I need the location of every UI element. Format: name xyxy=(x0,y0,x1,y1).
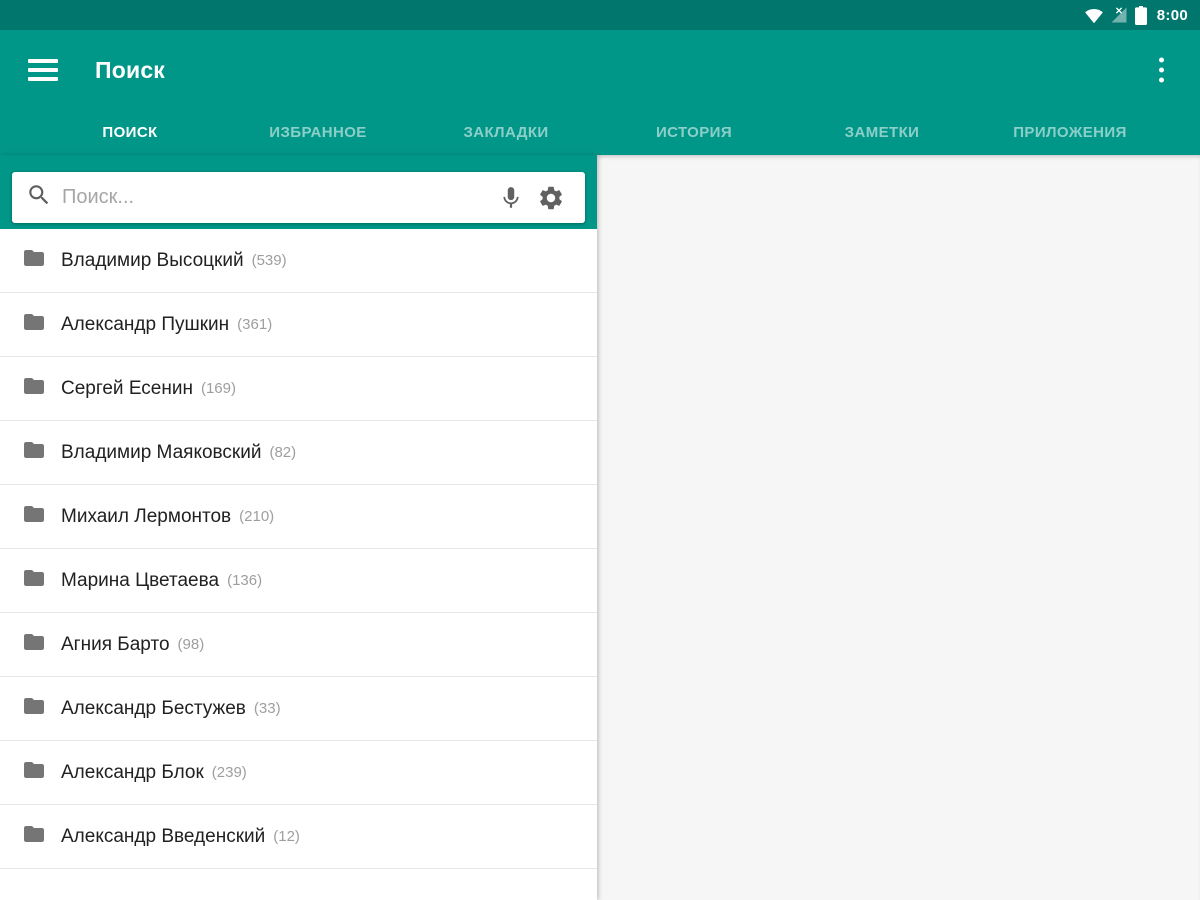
folder-icon xyxy=(22,374,46,403)
hamburger-bar xyxy=(28,68,58,72)
folder-name: Александр Введенский xyxy=(61,825,266,847)
folder-icon xyxy=(22,822,46,851)
tab-2[interactable]: ЗАКЛАДКИ xyxy=(412,110,600,155)
page-title: Поиск xyxy=(95,56,166,83)
detail-panel xyxy=(597,155,1200,900)
app-bar: Поиск xyxy=(0,30,1200,110)
folder-name: Марина Цветаева xyxy=(61,569,220,591)
folder-icon xyxy=(22,502,46,531)
overflow-dot xyxy=(1159,57,1164,63)
search-icon xyxy=(26,182,52,213)
folder-row[interactable]: Александр Блок (239) xyxy=(0,741,597,805)
folder-row[interactable]: Агния Барто (98) xyxy=(0,613,597,677)
tab-0[interactable]: ПОИСК xyxy=(36,110,224,155)
folder-row[interactable]: Александр Бестужев (33) xyxy=(0,677,597,741)
folder-count: (210) xyxy=(239,508,275,525)
folder-count: (239) xyxy=(211,764,247,781)
status-time: 8:00 xyxy=(1156,6,1188,24)
tab-5[interactable]: ПРИЛОЖЕНИЯ xyxy=(976,110,1164,155)
folder-name: Агния Барто xyxy=(61,633,170,655)
folder-count: (82) xyxy=(269,444,297,461)
folder-row[interactable]: Владимир Высоцкий (539) xyxy=(0,229,597,293)
folder-icon xyxy=(22,310,46,339)
cell-signal-no-internet-icon xyxy=(1110,6,1128,24)
folder-row[interactable]: Владимир Маяковский (82) xyxy=(0,421,597,485)
folder-count: (361) xyxy=(237,316,273,333)
folder-count: (98) xyxy=(177,636,205,653)
overflow-dot xyxy=(1159,77,1164,83)
battery-full-icon xyxy=(1134,5,1147,25)
search-input[interactable] xyxy=(62,186,491,209)
folder-name: Александр Блок xyxy=(61,761,204,783)
tab-1[interactable]: ИЗБРАННОЕ xyxy=(224,110,412,155)
folder-icon xyxy=(22,630,46,659)
search-box xyxy=(12,172,585,223)
hamburger-bar xyxy=(28,77,58,81)
folder-row[interactable]: Александр Введенский (12) xyxy=(0,805,597,869)
folder-name: Сергей Есенин xyxy=(61,377,193,399)
folder-icon xyxy=(22,246,46,275)
folder-row[interactable]: Михаил Лермонтов (210) xyxy=(0,485,597,549)
gear-icon[interactable] xyxy=(531,178,571,218)
folder-icon xyxy=(22,566,46,595)
folder-name: Александр Бестужев xyxy=(61,697,246,719)
hamburger-menu-icon[interactable] xyxy=(28,54,58,86)
wifi-icon xyxy=(1085,6,1103,24)
tab-4[interactable]: ЗАМЕТКИ xyxy=(788,110,976,155)
folder-row[interactable]: Сергей Есенин (169) xyxy=(0,357,597,421)
folder-name: Владимир Маяковский xyxy=(61,441,262,463)
tab-bar: ПОИСК ИЗБРАННОЕ ЗАКЛАДКИ ИСТОРИЯ ЗАМЕТКИ ПРИЛ… xyxy=(0,110,1200,155)
folder-count: (33) xyxy=(253,700,281,717)
folder-name: Александр Пушкин xyxy=(61,313,230,335)
search-panel: Владимир Высоцкий (539) Александр Пушкин… xyxy=(0,155,597,900)
tab-3[interactable]: ИСТОРИЯ xyxy=(600,110,788,155)
status-bar: 8:00 xyxy=(0,0,1200,30)
app-screen: 8:00 Поиск ПОИСК ИЗБРАННОЕ ЗАКЛАДКИ ИСТОРИЯ… xyxy=(0,0,1200,900)
folder-list: Владимир Высоцкий (539) Александр Пушкин… xyxy=(0,229,597,900)
folder-icon xyxy=(22,438,46,467)
content-area: Владимир Высоцкий (539) Александр Пушкин… xyxy=(0,155,1200,900)
folder-count: (169) xyxy=(200,380,236,397)
folder-row[interactable]: Александр Пушкин (361) xyxy=(0,293,597,357)
folder-row[interactable]: Марина Цветаева (136) xyxy=(0,549,597,613)
folder-icon xyxy=(22,758,46,787)
folder-count: (12) xyxy=(273,828,300,845)
folder-count: (539) xyxy=(251,252,287,269)
hamburger-bar xyxy=(28,59,58,63)
microphone-icon[interactable] xyxy=(491,178,531,218)
folder-count: (136) xyxy=(227,572,263,589)
folder-name: Михаил Лермонтов xyxy=(61,505,232,527)
search-header xyxy=(0,155,597,229)
overflow-menu-icon[interactable] xyxy=(1153,52,1170,89)
overflow-dot xyxy=(1159,67,1164,73)
folder-name: Владимир Высоцкий xyxy=(61,249,244,271)
folder-icon xyxy=(22,694,46,723)
